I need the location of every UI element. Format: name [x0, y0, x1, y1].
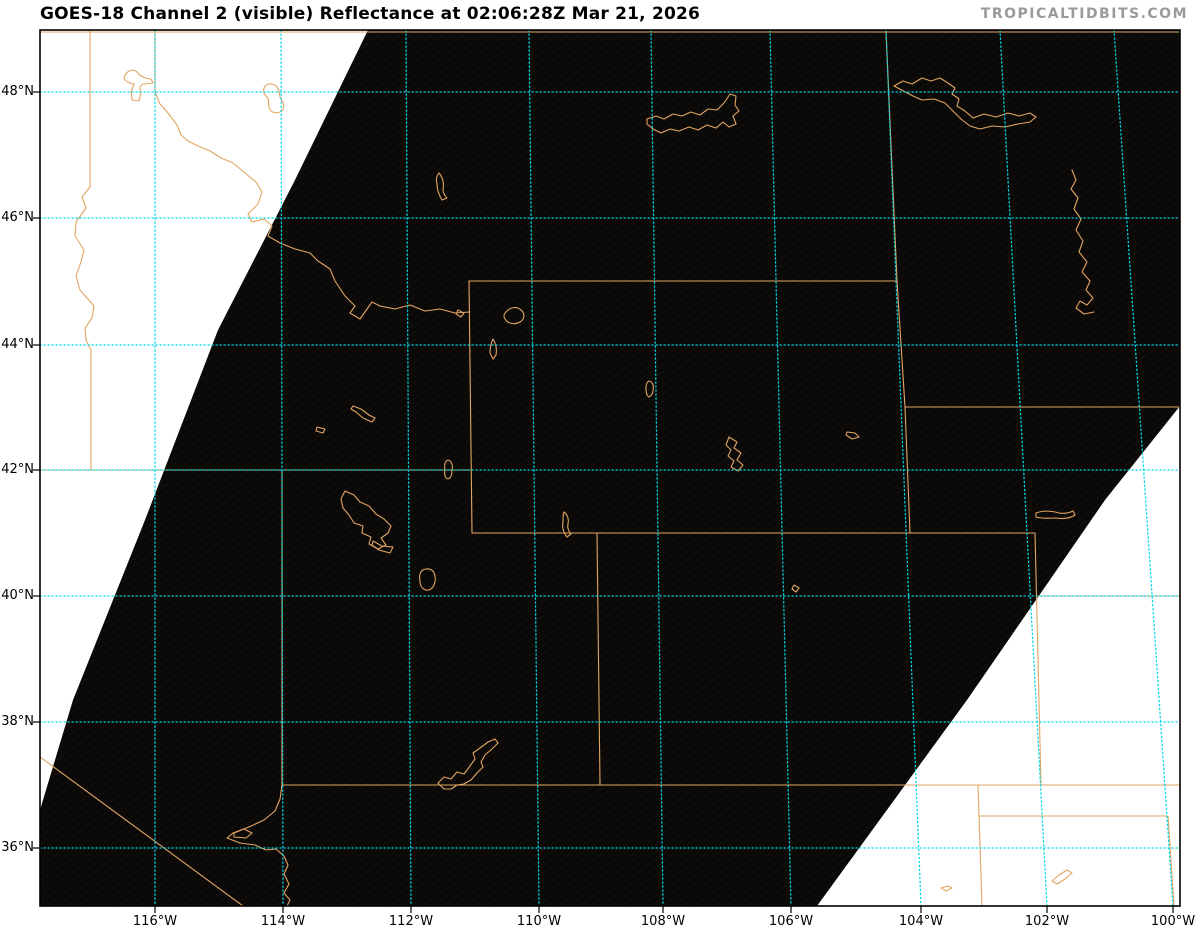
satellite-image-figure: GOES-18 Channel 2 (visible) Reflectance … [0, 0, 1200, 929]
lake-meredith [1051, 869, 1073, 885]
small-pond [940, 885, 953, 892]
lat-label-38°N: 38°N [1, 714, 34, 729]
lon-label-104°W: 104°W [898, 914, 944, 929]
lat-label-40°N: 40°N [1, 588, 34, 603]
lat-label-46°N: 46°N [1, 210, 34, 225]
border-nm-tx-103w [977, 784, 983, 906]
map-plot [33, 29, 1181, 913]
lat-label-42°N: 42°N [1, 462, 34, 477]
lon-label-108°W: 108°W [640, 914, 686, 929]
border-tx-100w [1167, 815, 1175, 906]
lon-label-102°W: 102°W [1024, 914, 1070, 929]
lon-label-106°W: 106°W [768, 914, 814, 929]
lon-label-116°W: 116°W [132, 914, 178, 929]
lat-label-36°N: 36°N [1, 840, 34, 855]
lon-label-114°W: 114°W [260, 914, 306, 929]
lat-label-48°N: 48°N [1, 84, 34, 99]
lat-label-44°N: 44°N [1, 337, 34, 352]
border-snake-river [74, 186, 95, 470]
lon-label-100°W: 100°W [1150, 914, 1196, 929]
lake-pend-oreille [123, 69, 154, 102]
lon-label-112°W: 112°W [388, 914, 434, 929]
satellite-scan-area [40, 30, 1180, 906]
lon-label-110°W: 110°W [516, 914, 562, 929]
